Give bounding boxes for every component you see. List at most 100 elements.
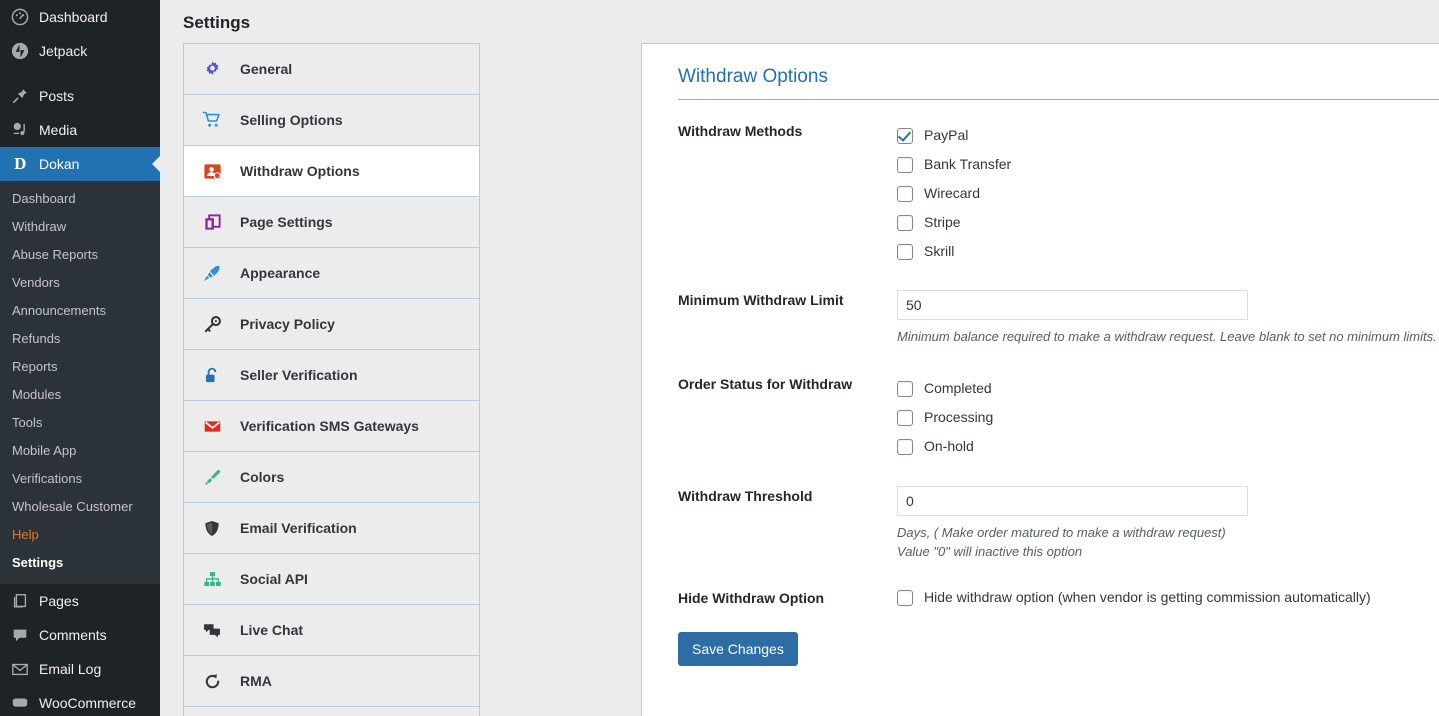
tab-label: Seller Verification	[240, 367, 358, 383]
checkbox-label: Stripe	[924, 213, 961, 232]
checkbox-box[interactable]	[897, 381, 913, 397]
menu-separator	[0, 68, 160, 79]
submenu-item-reports[interactable]: Reports	[0, 353, 160, 381]
checkbox-skrill[interactable]: Skrill	[897, 237, 1439, 266]
tab-verification-sms-gateways[interactable]: Verification SMS Gateways	[184, 401, 479, 452]
refresh-icon	[201, 672, 223, 691]
field-label: Withdraw Threshold	[678, 486, 897, 506]
pages-stack-icon	[201, 213, 223, 232]
checkbox-bank-transfer[interactable]: Bank Transfer	[897, 150, 1439, 179]
submenu-item-announcements[interactable]: Announcements	[0, 297, 160, 325]
field-label: Withdraw Methods	[678, 121, 897, 141]
tab-label: Colors	[240, 469, 284, 485]
checkbox-box[interactable]	[897, 186, 913, 202]
sidebar-label: Media	[39, 122, 77, 138]
checkbox-completed[interactable]: Completed	[897, 374, 1439, 403]
dashboard-icon	[10, 7, 30, 27]
tab-appearance[interactable]: Appearance	[184, 248, 479, 299]
submenu-item-withdraw[interactable]: Withdraw	[0, 213, 160, 241]
tab-label: Live Chat	[240, 622, 303, 638]
minimum-withdraw-limit-input[interactable]	[897, 290, 1248, 320]
tab-next-partial[interactable]	[184, 707, 479, 716]
withdraw-threshold-input[interactable]	[897, 486, 1248, 516]
sidebar-label: Posts	[39, 88, 74, 104]
sidebar-item-woocommerce[interactable]: WooCommerce	[0, 686, 160, 716]
mail-red-icon	[201, 417, 223, 436]
field-row-minimum-withdraw-limit: Minimum Withdraw Limit Minimum balance r…	[678, 290, 1439, 346]
sidebar-label: WooCommerce	[39, 695, 136, 711]
shield-icon	[201, 519, 223, 538]
admin-sidebar: Dashboard Jetpack Posts Media	[0, 0, 160, 716]
sidebar-label: Dokan	[39, 156, 79, 172]
checkbox-box[interactable]	[897, 128, 913, 144]
tab-rma[interactable]: RMA	[184, 656, 479, 707]
field-row-withdraw-methods: Withdraw Methods PayPal Bank Transfer	[678, 121, 1439, 266]
sidebar-item-dokan[interactable]: D Dokan	[0, 147, 160, 181]
submenu-item-mobile-app[interactable]: Mobile App	[0, 437, 160, 465]
sidebar-item-jetpack[interactable]: Jetpack	[0, 34, 160, 68]
submenu-item-abuse-reports[interactable]: Abuse Reports	[0, 241, 160, 269]
sitemap-icon	[201, 570, 223, 589]
comments-icon	[10, 625, 30, 645]
sidebar-label: Dashboard	[39, 9, 108, 25]
checkbox-box[interactable]	[897, 215, 913, 231]
tab-label: RMA	[240, 673, 272, 689]
tab-privacy-policy[interactable]: Privacy Policy	[184, 299, 479, 350]
sidebar-item-pages[interactable]: Pages	[0, 584, 160, 618]
submenu-item-tools[interactable]: Tools	[0, 409, 160, 437]
tab-email-verification[interactable]: Email Verification	[184, 503, 479, 554]
tab-label: Selling Options	[240, 112, 343, 128]
settings-content-panel: Withdraw Options Withdraw Methods PayPal…	[641, 43, 1439, 716]
settings-tab-nav: General Selling Options Withdraw Options…	[183, 43, 480, 716]
tab-withdraw-options[interactable]: Withdraw Options	[184, 146, 479, 197]
sidebar-item-dashboard[interactable]: Dashboard	[0, 0, 160, 34]
tab-seller-verification[interactable]: Seller Verification	[184, 350, 479, 401]
gear-icon	[201, 60, 223, 79]
checkbox-box[interactable]	[897, 590, 913, 606]
checkbox-label: Skrill	[924, 242, 954, 261]
withdraw-user-icon	[201, 162, 223, 181]
sidebar-item-email-log[interactable]: Email Log	[0, 652, 160, 686]
checkbox-paypal[interactable]: PayPal	[897, 121, 1439, 150]
tab-selling-options[interactable]: Selling Options	[184, 95, 479, 146]
envelope-icon	[10, 659, 30, 679]
help-line-2: Value "0" will inactive this option	[897, 542, 1439, 561]
submenu-item-verifications[interactable]: Verifications	[0, 465, 160, 493]
checkbox-box[interactable]	[897, 439, 913, 455]
submenu-item-dashboard[interactable]: Dashboard	[0, 185, 160, 213]
tab-colors[interactable]: Colors	[184, 452, 479, 503]
tab-page-settings[interactable]: Page Settings	[184, 197, 479, 248]
submenu-item-modules[interactable]: Modules	[0, 381, 160, 409]
checkbox-stripe[interactable]: Stripe	[897, 208, 1439, 237]
brush-pin-icon	[201, 263, 223, 283]
checkbox-wirecard[interactable]: Wirecard	[897, 179, 1439, 208]
menu-group-content: Posts Media D Dokan	[0, 79, 160, 181]
save-changes-button[interactable]: Save Changes	[678, 632, 798, 666]
pin-icon	[10, 86, 30, 106]
checkbox-hide-withdraw-option[interactable]: Hide withdraw option (when vendor is get…	[897, 588, 1439, 607]
submenu-item-refunds[interactable]: Refunds	[0, 325, 160, 353]
tab-general[interactable]: General	[184, 44, 479, 95]
checkbox-processing[interactable]: Processing	[897, 403, 1439, 432]
unlock-icon	[201, 366, 223, 385]
order-status-checkbox-group: Completed Processing On-hold	[897, 374, 1439, 461]
submenu-item-vendors[interactable]: Vendors	[0, 269, 160, 297]
tab-social-api[interactable]: Social API	[184, 554, 479, 605]
menu-group-secondary: Pages Comments Email Log WooCommerce	[0, 584, 160, 716]
submenu-item-settings[interactable]: Settings	[0, 549, 160, 577]
admin-content-wrap: Settings General Selling Options Withdra	[160, 0, 1439, 716]
tab-live-chat[interactable]: Live Chat	[184, 605, 479, 656]
sidebar-label: Pages	[39, 593, 79, 609]
checkbox-box[interactable]	[897, 410, 913, 426]
submenu-item-help[interactable]: Help	[0, 521, 160, 549]
sidebar-item-media[interactable]: Media	[0, 113, 160, 147]
sidebar-item-posts[interactable]: Posts	[0, 79, 160, 113]
sidebar-item-comments[interactable]: Comments	[0, 618, 160, 652]
checkbox-box[interactable]	[897, 244, 913, 260]
checkbox-on-hold[interactable]: On-hold	[897, 432, 1439, 461]
checkbox-box[interactable]	[897, 157, 913, 173]
pages-icon	[10, 591, 30, 611]
submenu-item-wholesale-customer[interactable]: Wholesale Customer	[0, 493, 160, 521]
field-label: Order Status for Withdraw	[678, 374, 897, 394]
tab-label: Email Verification	[240, 520, 357, 536]
